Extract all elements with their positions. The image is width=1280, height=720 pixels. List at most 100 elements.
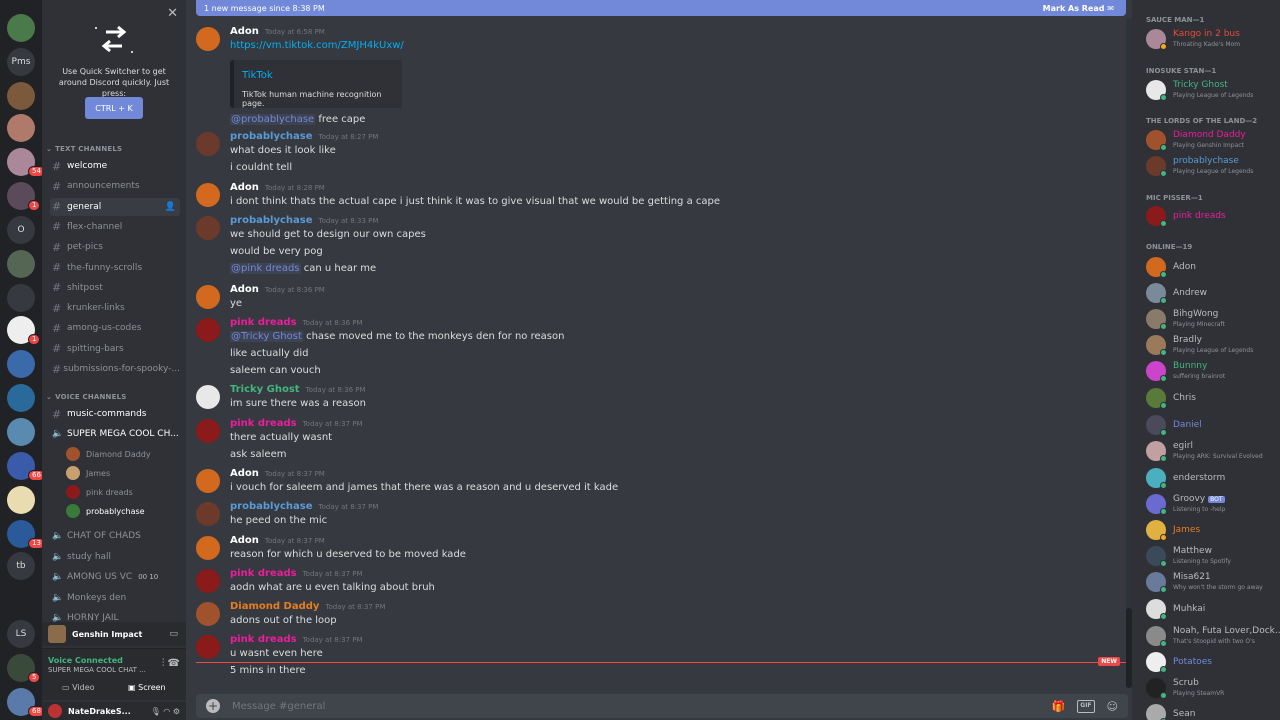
voice-channel[interactable]: 🔈 study hall — [50, 548, 180, 566]
channel-welcome[interactable]: # welcome — [50, 157, 180, 175]
headphones-icon[interactable]: ◠ — [163, 707, 170, 716]
avatar[interactable] — [196, 536, 220, 560]
server-icon[interactable] — [7, 82, 35, 110]
avatar[interactable] — [196, 385, 220, 409]
author-name[interactable]: Adon — [230, 468, 259, 479]
gift-icon[interactable]: 🎁 — [1052, 700, 1066, 713]
member-item[interactable]: Tricky Ghost Playing League of Legends — [1146, 78, 1280, 102]
member-item[interactable]: Matthew Listening to Spotify — [1146, 544, 1280, 568]
voice-user[interactable]: Diamond Daddy — [66, 445, 151, 463]
voice-channel-active[interactable]: 🔈 SUPER MEGA COOL CH... — [50, 425, 180, 443]
server-icon[interactable] — [7, 486, 35, 514]
voice-channel[interactable]: 🔈 AMONG US VC 00 10 — [50, 568, 180, 586]
avatar[interactable] — [196, 569, 220, 593]
screen-share-button[interactable]: ▣ Screen — [128, 683, 166, 692]
channel-among-us-codes[interactable]: # among-us-codes — [50, 319, 180, 337]
channel-submissions-for-spooky-[interactable]: # submissions-for-spooky-... — [50, 360, 180, 378]
avatar[interactable] — [196, 318, 220, 342]
member-item[interactable]: Sean — [1146, 702, 1280, 720]
author-name[interactable]: Adon — [230, 26, 259, 37]
server-icon[interactable]: tb — [7, 552, 35, 580]
server-icon[interactable] — [7, 250, 35, 278]
new-messages-bar[interactable]: 1 new message since 8:38 PM Mark As Read… — [196, 0, 1126, 16]
member-item[interactable]: Muhkai — [1146, 597, 1280, 621]
server-icon[interactable] — [7, 586, 35, 614]
message-input[interactable] — [232, 700, 1012, 712]
member-item[interactable]: Bradly Playing League of Legends — [1146, 333, 1280, 357]
channel-announcements[interactable]: # announcements — [50, 177, 180, 195]
noise-suppression-icon[interactable]: ⫶ — [162, 658, 165, 669]
server-icon[interactable] — [7, 14, 35, 42]
emoji-icon[interactable]: ☺ — [1107, 700, 1118, 713]
channel-the-funny-scrolls[interactable]: # the-funny-scrolls — [50, 259, 180, 277]
server-icon[interactable]: LS — [7, 620, 35, 648]
channel-shitpost[interactable]: # shitpost — [50, 279, 180, 297]
avatar[interactable] — [196, 183, 220, 207]
voice-user[interactable]: probablychase — [66, 502, 145, 520]
user-avatar[interactable] — [48, 704, 62, 718]
message-link[interactable]: https://vm.tiktok.com/ZMJH4kUxw/ — [230, 40, 404, 51]
author-name[interactable]: probablychase — [230, 501, 313, 512]
upload-plus-icon[interactable]: + — [206, 699, 220, 713]
user-mention[interactable]: @Tricky Ghost — [230, 331, 303, 342]
invite-icon[interactable]: 👤 — [165, 202, 176, 212]
server-icon[interactable]: Pms — [7, 48, 35, 76]
voice-user[interactable]: pink dreads — [66, 483, 133, 501]
member-item[interactable]: Andrew — [1146, 281, 1280, 305]
author-name[interactable]: Adon — [230, 535, 259, 546]
author-name[interactable]: probablychase — [230, 215, 313, 226]
avatar[interactable] — [196, 469, 220, 493]
member-item[interactable]: Misa621 Why won't the storm go away — [1146, 570, 1280, 594]
member-item[interactable]: Scrub Playing SteamVR — [1146, 676, 1280, 700]
server-icon[interactable] — [7, 418, 35, 446]
member-item[interactable]: Noah, Futa Lover,Dock... That's Stoopid w… — [1146, 624, 1280, 648]
avatar[interactable] — [196, 419, 220, 443]
member-item[interactable]: Kango in 2 bus Throating Kade's Mom — [1146, 27, 1280, 51]
author-name[interactable]: probablychase — [230, 131, 313, 142]
gear-icon[interactable]: ⚙ — [173, 707, 180, 716]
text-channels-category[interactable]: TEXT CHANNELS — [46, 145, 122, 153]
channel-krunker-links[interactable]: # krunker-links — [50, 299, 180, 317]
channel-music-commands[interactable]: # music-commands — [50, 405, 180, 423]
author-name[interactable]: Tricky Ghost — [230, 384, 300, 395]
member-item[interactable]: BihgWong Playing Minecraft — [1146, 307, 1280, 331]
server-icon[interactable] — [7, 350, 35, 378]
member-item[interactable]: Potatoes — [1146, 650, 1280, 674]
server-icon[interactable] — [7, 284, 35, 312]
avatar[interactable] — [196, 132, 220, 156]
embed-title[interactable]: TikTok — [242, 70, 273, 81]
avatar[interactable] — [196, 635, 220, 659]
video-button[interactable]: ▭ Video — [62, 683, 95, 692]
member-item[interactable]: Bunnny suffering brainrot — [1146, 359, 1280, 383]
author-name[interactable]: Diamond Daddy — [230, 601, 319, 612]
avatar[interactable] — [196, 285, 220, 309]
author-name[interactable]: Adon — [230, 284, 259, 295]
member-item[interactable]: pink dreads — [1146, 204, 1280, 228]
channel-spitting-bars[interactable]: # spitting-bars — [50, 340, 180, 358]
voice-channel[interactable]: 🔈 Monkeys den — [50, 589, 180, 607]
voice-user[interactable]: James — [66, 464, 110, 482]
member-item[interactable]: James — [1146, 518, 1280, 542]
server-icon[interactable] — [7, 384, 35, 412]
quick-switcher-shortcut-button[interactable]: CTRL + K — [85, 97, 143, 119]
member-item[interactable]: egirl Playing ARK: Survival Evolved — [1146, 439, 1280, 463]
disconnect-icon[interactable]: ☎ — [168, 658, 180, 669]
member-item[interactable]: probablychase Playing League of Legends — [1146, 154, 1280, 178]
avatar[interactable] — [196, 602, 220, 626]
user-mention[interactable]: @pink dreads — [230, 263, 301, 274]
author-name[interactable]: Adon — [230, 182, 259, 193]
mic-icon[interactable]: 🎙 — [151, 707, 161, 716]
author-name[interactable]: pink dreads — [230, 568, 297, 579]
channel-pet-pics[interactable]: # pet-pics — [50, 238, 180, 256]
member-item[interactable]: Adon — [1146, 255, 1280, 279]
channel-flex-channel[interactable]: # flex-channel — [50, 218, 180, 236]
avatar[interactable] — [196, 216, 220, 240]
avatar[interactable] — [196, 27, 220, 51]
member-item[interactable]: Groovy BOT Listening to -help — [1146, 492, 1280, 516]
mark-as-read-button[interactable]: Mark As Read ✉ — [1043, 4, 1114, 13]
channel-general[interactable]: # general 👤 — [50, 197, 180, 216]
voice-channels-category[interactable]: VOICE CHANNELS — [46, 393, 127, 401]
user-mention[interactable]: @probablychase — [230, 114, 316, 125]
avatar[interactable] — [196, 502, 220, 526]
close-icon[interactable]: ✕ — [167, 6, 178, 21]
